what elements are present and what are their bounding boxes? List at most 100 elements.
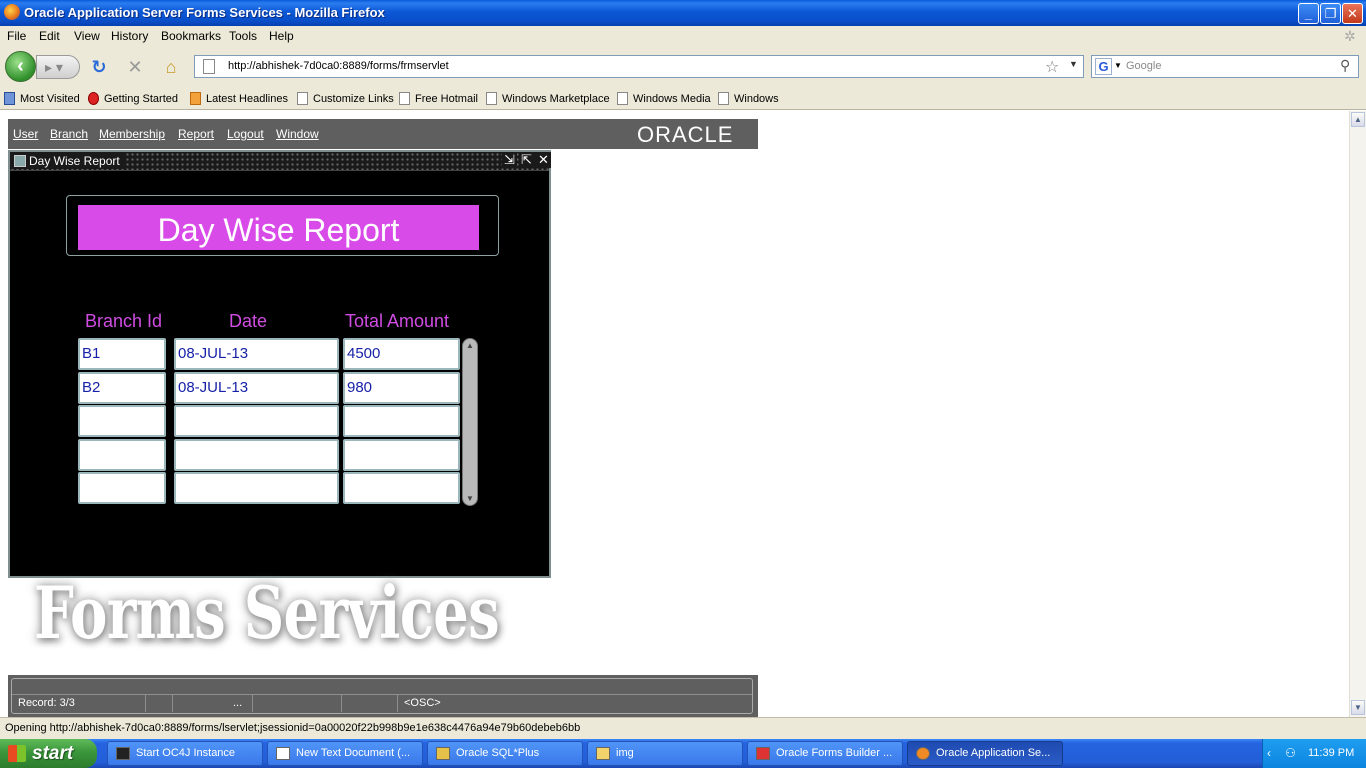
- minimize-form-icon[interactable]: ⇲: [502, 152, 517, 168]
- menu-help[interactable]: Help: [269, 29, 294, 43]
- search-box[interactable]: G ▼ Google ⚲: [1091, 55, 1359, 78]
- bookmark-most-visited[interactable]: Most Visited: [4, 92, 80, 105]
- status-divider: [172, 695, 173, 712]
- menu-file[interactable]: File: [7, 29, 26, 43]
- cell-total-amount[interactable]: 980: [343, 372, 460, 404]
- window-title-bar[interactable]: Oracle Application Server Forms Services…: [0, 0, 1366, 26]
- address-bar[interactable]: http://abhishek-7d0ca0:8889/forms/frmser…: [194, 55, 1084, 78]
- scroll-up-icon[interactable]: ▲: [1351, 112, 1365, 127]
- forward-button[interactable]: ▸ ▾: [36, 55, 80, 79]
- taskbar-item[interactable]: Oracle Forms Builder ...: [747, 741, 903, 766]
- status-divider: [252, 695, 253, 712]
- form-window-header[interactable]: Day Wise Report ⇲ ⇱ ✕: [10, 152, 551, 171]
- folder-icon: [596, 747, 610, 760]
- page-icon: [297, 92, 308, 105]
- search-icon[interactable]: ⚲: [1340, 57, 1350, 74]
- bookmark-latest-headlines[interactable]: Latest Headlines: [190, 92, 288, 105]
- url-dropdown-icon[interactable]: ▼: [1069, 59, 1078, 69]
- notepad-icon: [276, 747, 290, 760]
- close-button[interactable]: ✕: [1342, 3, 1363, 24]
- bookmark-windows[interactable]: Windows: [718, 92, 779, 105]
- throbber-icon: ✲: [1344, 28, 1356, 44]
- form-window-title: Day Wise Report: [11, 153, 126, 169]
- home-icon[interactable]: ⌂: [160, 56, 182, 78]
- column-header-total-amount: Total Amount: [345, 311, 450, 331]
- cell-date[interactable]: [174, 439, 339, 471]
- firefox-icon: [916, 747, 930, 760]
- cell-date[interactable]: 08-JUL-13: [174, 372, 339, 404]
- app-menu-window[interactable]: Window: [276, 127, 319, 141]
- cell-branch-id[interactable]: B1: [78, 338, 166, 370]
- close-form-icon[interactable]: ✕: [536, 152, 551, 168]
- record-scroll-down-icon[interactable]: ▼: [465, 494, 475, 503]
- applet-status-line: [12, 694, 752, 714]
- tray-expand-icon[interactable]: ‹: [1267, 746, 1281, 760]
- cell-date[interactable]: [174, 472, 339, 504]
- cell-total-amount[interactable]: [343, 472, 460, 504]
- status-divider: [397, 695, 398, 712]
- taskbar-item[interactable]: New Text Document (...: [267, 741, 423, 766]
- bookmark-customize-links[interactable]: Customize Links: [297, 92, 394, 105]
- taskbar-item[interactable]: Oracle SQL*Plus: [427, 741, 583, 766]
- cell-total-amount[interactable]: [343, 439, 460, 471]
- record-scroll-up-icon[interactable]: ▲: [465, 341, 475, 350]
- reload-icon[interactable]: ↻: [88, 56, 110, 78]
- forms-builder-icon: [756, 747, 770, 760]
- cell-branch-id[interactable]: [78, 405, 166, 437]
- sqlplus-icon: [436, 747, 450, 760]
- url-text[interactable]: http://abhishek-7d0ca0:8889/forms/frmser…: [228, 60, 449, 72]
- cell-branch-id[interactable]: B2: [78, 372, 166, 404]
- start-button[interactable]: start: [0, 739, 97, 768]
- status-ellipsis: ...: [233, 697, 243, 709]
- page-icon: [203, 59, 215, 74]
- cell-total-amount[interactable]: [343, 405, 460, 437]
- taskbar-item-active[interactable]: Oracle Application Se...: [907, 741, 1063, 766]
- status-osc: <OSC>: [404, 697, 441, 709]
- cell-branch-id[interactable]: [78, 472, 166, 504]
- app-menu-report[interactable]: Report: [178, 127, 214, 141]
- page-icon: [399, 92, 410, 105]
- cell-branch-id[interactable]: [78, 439, 166, 471]
- forms-services-watermark: Forms Services: [34, 570, 500, 655]
- app-menu-user[interactable]: User: [13, 127, 38, 141]
- network-icon[interactable]: ⚇: [1285, 746, 1299, 760]
- menu-edit[interactable]: Edit: [39, 29, 60, 43]
- bookmark-windows-media[interactable]: Windows Media: [617, 92, 711, 105]
- menu-view[interactable]: View: [74, 29, 100, 43]
- google-engine-icon[interactable]: G: [1095, 58, 1112, 75]
- menu-bookmarks[interactable]: Bookmarks: [161, 29, 221, 43]
- form-icon: [14, 155, 26, 167]
- browser-status-bar: Opening http://abhishek-7d0ca0:8889/form…: [0, 717, 1366, 739]
- page-scrollbar[interactable]: ▲ ▼: [1349, 111, 1366, 717]
- taskbar-item[interactable]: img: [587, 741, 743, 766]
- taskbar-item[interactable]: Start OC4J Instance: [107, 741, 263, 766]
- cell-date[interactable]: [174, 405, 339, 437]
- minimize-button[interactable]: _: [1298, 3, 1319, 24]
- menu-history[interactable]: History: [111, 29, 148, 43]
- engine-dropdown-icon[interactable]: ▼: [1114, 61, 1122, 70]
- maximize-form-icon[interactable]: ⇱: [519, 152, 534, 168]
- search-input[interactable]: Google: [1126, 60, 1161, 72]
- column-header-branch-id: Branch Id: [85, 311, 163, 331]
- app-menu-membership[interactable]: Membership: [99, 127, 165, 141]
- status-divider: [145, 695, 146, 712]
- bookmark-star-icon[interactable]: ☆: [1045, 57, 1059, 77]
- bookmark-windows-marketplace[interactable]: Windows Marketplace: [486, 92, 610, 105]
- page-icon: [486, 92, 497, 105]
- menu-tools[interactable]: Tools: [229, 29, 257, 43]
- windows-flag-icon: [8, 745, 26, 762]
- restore-button[interactable]: ❐: [1320, 3, 1341, 24]
- stop-icon[interactable]: ✕: [124, 56, 146, 78]
- window-title: Oracle Application Server Forms Services…: [24, 5, 385, 20]
- record-scrollbar[interactable]: ▲ ▼: [462, 338, 478, 506]
- app-menu-branch[interactable]: Branch: [50, 127, 88, 141]
- app-menu-logout[interactable]: Logout: [227, 127, 264, 141]
- back-button[interactable]: ‹: [5, 51, 36, 82]
- bookmark-free-hotmail[interactable]: Free Hotmail: [399, 92, 478, 105]
- bookmark-getting-started[interactable]: Getting Started: [88, 92, 178, 105]
- cell-total-amount[interactable]: 4500: [343, 338, 460, 370]
- scroll-down-icon[interactable]: ▼: [1351, 700, 1365, 715]
- report-banner: Day Wise Report: [78, 205, 479, 250]
- cell-date[interactable]: 08-JUL-13: [174, 338, 339, 370]
- column-header-date: Date: [229, 311, 268, 331]
